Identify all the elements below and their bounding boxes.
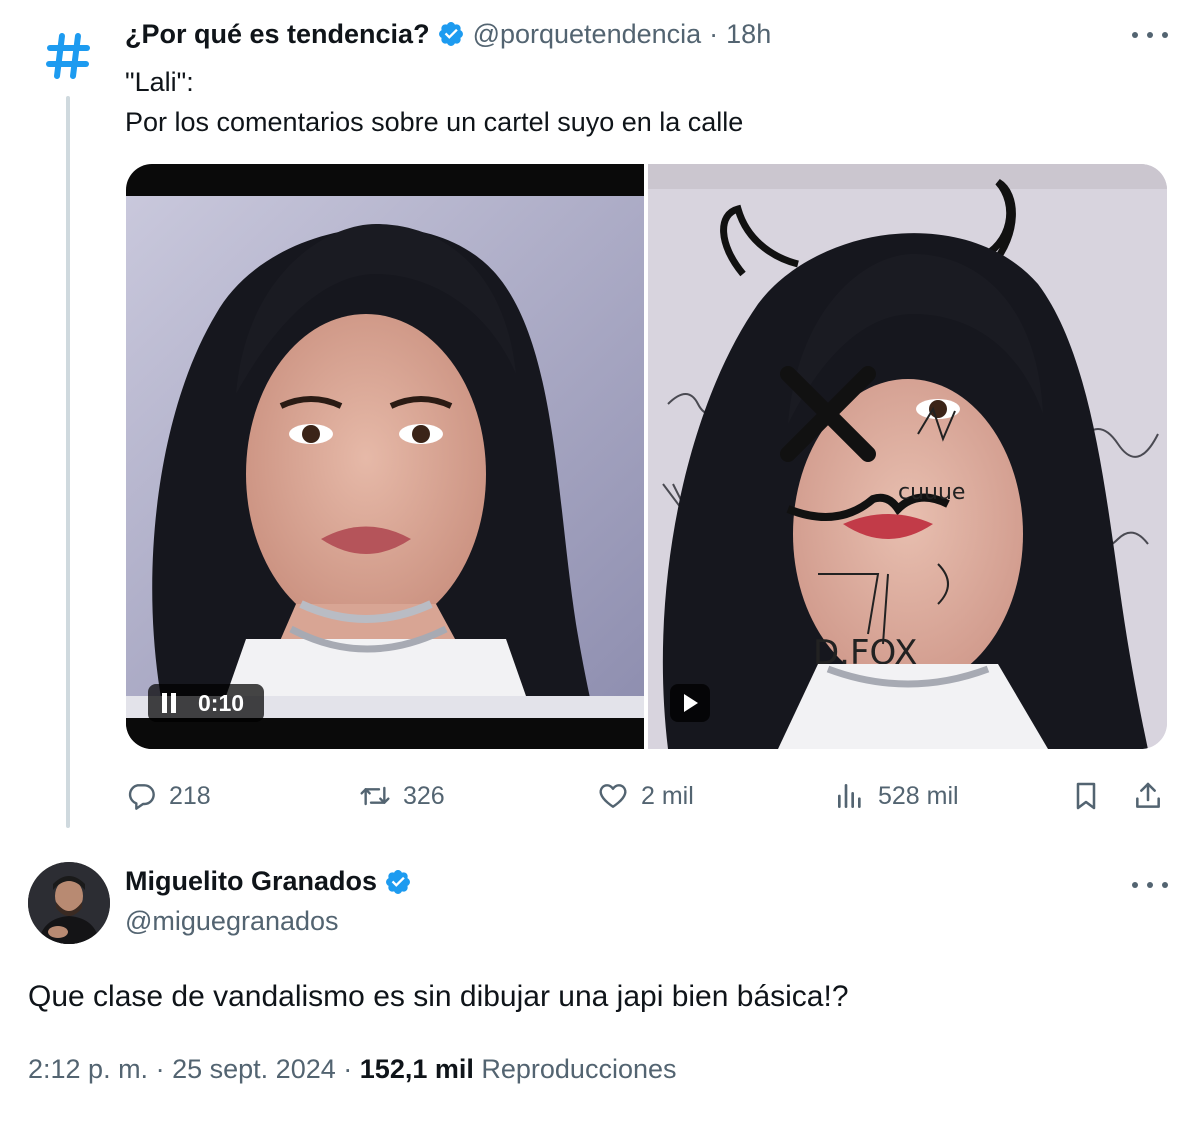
tweet1-header: ¿Por qué es tendencia? @porquetendencia … — [125, 16, 771, 52]
reply-count: 218 — [169, 781, 211, 810]
video-frame-portrait: 0:10 — [126, 196, 644, 749]
views-count: 528 mil — [878, 781, 959, 810]
verified-badge-icon — [438, 22, 463, 46]
tweet1-handle[interactable]: @porquetendencia — [473, 19, 702, 50]
video-time-label: 0:10 — [198, 690, 244, 716]
more-dots-icon[interactable] — [1132, 878, 1168, 892]
views-chart-icon — [838, 784, 861, 808]
repost-icon — [360, 786, 390, 806]
heart-icon — [599, 784, 627, 808]
tweet1-action-bar: 218 326 2 mil 528 mil — [125, 776, 1170, 816]
svg-text:cuuue: cuuue — [898, 480, 965, 505]
tweet1-display-name[interactable]: ¿Por qué es tendencia? — [125, 19, 430, 50]
tweet2-display-name[interactable]: Miguelito Granados — [125, 866, 377, 897]
bookmark-icon — [1076, 782, 1096, 810]
repost-button[interactable]: 326 — [359, 776, 445, 816]
tweet1-line1: "Lali": — [125, 67, 194, 97]
bookmark-button[interactable] — [1070, 776, 1114, 816]
like-count: 2 mil — [641, 781, 694, 810]
tweet1-time[interactable]: 18h — [726, 19, 771, 50]
tweet2-sep2: · — [343, 1054, 353, 1084]
tweet2-views-label: Reproducciones — [481, 1054, 677, 1084]
verified-badge-icon — [386, 869, 410, 894]
tweet2-views-count: 152,1 mil — [359, 1054, 474, 1084]
tweet2-text: Que clase de vandalismo es sin dibujar u… — [28, 980, 849, 1013]
like-button[interactable]: 2 mil — [597, 776, 694, 816]
video-left[interactable]: 0:10 — [126, 164, 644, 749]
tweet1-media-grid: 0:10 cuuue D.FOX — [126, 164, 1167, 749]
video-right[interactable]: cuuue D.FOX — [648, 164, 1167, 749]
tweet2-meta: 2:12 p. m. · 25 sept. 2024 · 152,1 mil R… — [28, 1054, 677, 1085]
tweet2-header: Miguelito Granados — [125, 866, 412, 897]
reply-icon — [128, 784, 155, 810]
hashtag-avatar-icon[interactable] — [42, 30, 94, 82]
avatar[interactable] — [28, 862, 110, 944]
tweet1-text: "Lali": Por los comentarios sobre un car… — [125, 62, 743, 142]
reply-button[interactable]: 218 — [125, 776, 211, 816]
share-icon — [1136, 782, 1160, 808]
video-frame-vandalized-poster: cuuue D.FOX — [648, 164, 1167, 749]
tweet2-sep1: · — [155, 1054, 165, 1084]
views-button[interactable]: 528 mil — [834, 776, 959, 816]
avatar-image — [28, 862, 110, 944]
share-button[interactable] — [1132, 776, 1176, 816]
tweet1-separator: · — [709, 18, 719, 49]
tweet2-handle[interactable]: @miguegranados — [125, 906, 339, 937]
repost-count: 326 — [403, 781, 445, 810]
more-dots-icon[interactable] — [1132, 28, 1168, 42]
tweet2-date[interactable]: 25 sept. 2024 — [172, 1054, 336, 1084]
tweet2-time[interactable]: 2:12 p. m. — [28, 1054, 148, 1084]
tweet1-line2: Por los comentarios sobre un cartel suyo… — [125, 107, 744, 137]
thread-connector-line — [66, 96, 70, 828]
